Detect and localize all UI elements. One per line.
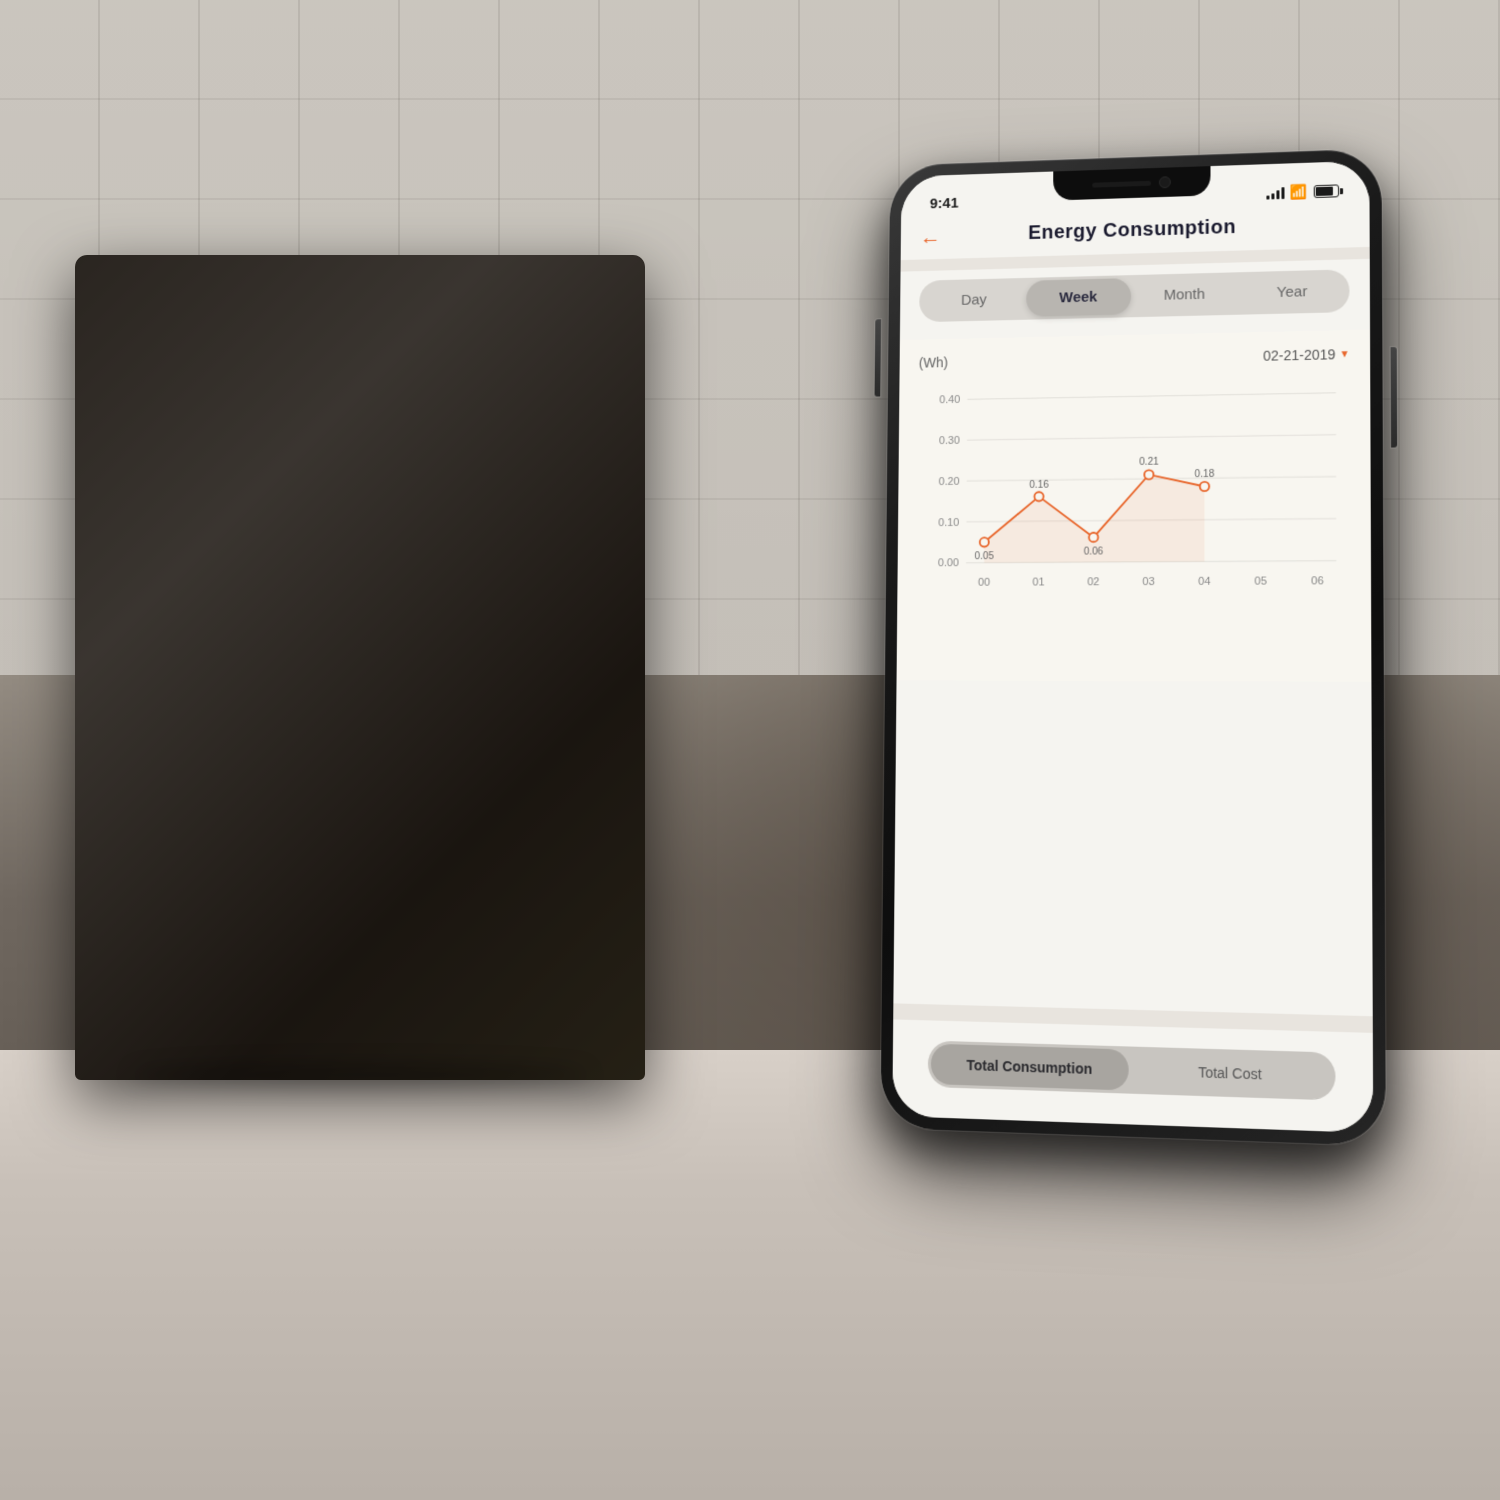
data-point-1 bbox=[1034, 492, 1043, 501]
tab-total-consumption[interactable]: Total Consumption bbox=[931, 1044, 1129, 1091]
back-button[interactable]: ← bbox=[920, 224, 941, 250]
phone-screen: 9:41 📶 ← bbox=[892, 161, 1373, 1133]
status-time: 9:41 bbox=[930, 195, 959, 212]
coffee-maker bbox=[75, 255, 645, 1080]
tab-month[interactable]: Month bbox=[1131, 275, 1238, 314]
chart-date-value: 02-21-2019 bbox=[1263, 346, 1336, 363]
svg-text:0.20: 0.20 bbox=[939, 476, 960, 488]
chart-unit-label: (Wh) bbox=[919, 354, 948, 370]
svg-text:01: 01 bbox=[1032, 576, 1044, 588]
svg-text:0.18: 0.18 bbox=[1195, 469, 1215, 480]
front-camera bbox=[1159, 176, 1171, 188]
svg-text:0.06: 0.06 bbox=[1084, 547, 1104, 558]
wifi-icon: 📶 bbox=[1290, 183, 1308, 200]
svg-text:05: 05 bbox=[1254, 575, 1267, 587]
metric-tabs: Total Consumption Total Cost bbox=[928, 1041, 1336, 1101]
svg-text:0.30: 0.30 bbox=[939, 435, 960, 447]
svg-text:02: 02 bbox=[1087, 576, 1099, 588]
speaker bbox=[1092, 180, 1151, 187]
svg-text:0.21: 0.21 bbox=[1139, 457, 1159, 468]
data-point-0 bbox=[980, 538, 989, 547]
svg-text:0.16: 0.16 bbox=[1029, 479, 1049, 490]
battery-icon bbox=[1314, 184, 1339, 198]
data-point-2 bbox=[1089, 533, 1098, 542]
svg-text:0.05: 0.05 bbox=[974, 551, 994, 562]
status-icons: 📶 bbox=[1266, 182, 1339, 201]
phone-notch bbox=[1053, 166, 1210, 200]
chart-date-selector[interactable]: 02-21-2019 ▼ bbox=[1263, 346, 1350, 364]
svg-text:0.00: 0.00 bbox=[938, 558, 959, 570]
dropdown-arrow-icon: ▼ bbox=[1340, 349, 1350, 360]
tab-total-cost[interactable]: Total Cost bbox=[1129, 1050, 1333, 1098]
phone-device: 9:41 📶 ← bbox=[880, 148, 1385, 1146]
chart-header: (Wh) 02-21-2019 ▼ bbox=[909, 346, 1360, 371]
data-point-3 bbox=[1144, 470, 1153, 479]
spacer bbox=[893, 688, 1372, 1016]
svg-text:03: 03 bbox=[1142, 576, 1154, 588]
svg-text:0.40: 0.40 bbox=[939, 394, 960, 406]
data-point-4 bbox=[1200, 482, 1209, 491]
tab-container: Day Week Month Year bbox=[900, 259, 1370, 333]
period-tabs: Day Week Month Year bbox=[919, 269, 1349, 322]
tab-week[interactable]: Week bbox=[1026, 278, 1131, 317]
chart-svg: 0.40 0.30 0.20 0.10 0.00 00 01 02 03 04 bbox=[911, 374, 1355, 636]
svg-text:06: 06 bbox=[1311, 575, 1324, 587]
svg-text:04: 04 bbox=[1198, 576, 1210, 588]
signal-icon bbox=[1266, 187, 1284, 199]
bottom-tabs-container: Total Consumption Total Cost bbox=[892, 1019, 1373, 1133]
svg-text:00: 00 bbox=[978, 577, 990, 589]
line-chart: 0.40 0.30 0.20 0.10 0.00 00 01 02 03 04 bbox=[907, 374, 1361, 641]
chart-area: (Wh) 02-21-2019 ▼ bbox=[897, 330, 1372, 682]
page-title: Energy Consumption bbox=[1028, 216, 1236, 245]
svg-text:0.10: 0.10 bbox=[938, 517, 959, 529]
tab-year[interactable]: Year bbox=[1238, 272, 1347, 311]
tab-day[interactable]: Day bbox=[922, 281, 1026, 319]
phone-frame: 9:41 📶 ← bbox=[880, 148, 1385, 1146]
app-content: ← Energy Consumption Day Week Month Year bbox=[892, 204, 1373, 1133]
